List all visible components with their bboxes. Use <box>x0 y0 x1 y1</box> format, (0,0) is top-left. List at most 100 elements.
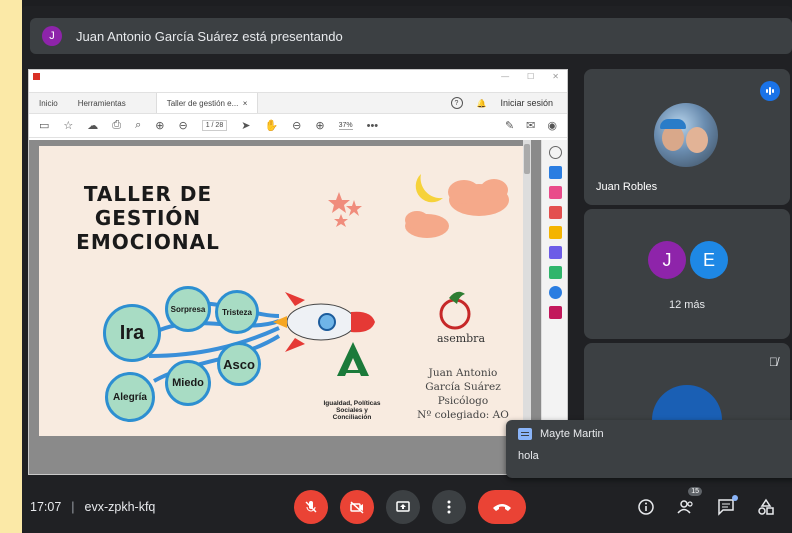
pdf-toolbar: ▭ ☆ ☁ ⎙ ⌕ ⊕ ⊖ 1 / 28 ➤ ✋ ⊖ ⊕ 37% ••• ✎ ✉… <box>29 114 567 138</box>
sign-icon[interactable]: ✎ <box>505 119 514 132</box>
tab-document[interactable]: Taller de gestión e... × <box>155 93 259 113</box>
emotion-alegria: Alegría <box>105 372 155 422</box>
call-controls <box>294 489 526 524</box>
protect-icon[interactable] <box>549 286 562 299</box>
hand-icon[interactable]: ✋ <box>264 119 278 132</box>
presenter-avatar: J <box>42 26 62 46</box>
chat-unread-dot <box>732 494 738 501</box>
credit-line: Nº colegiado: AO <box>417 409 509 421</box>
info-icon <box>638 498 654 515</box>
zoom-out-icon[interactable]: ⊖ <box>292 119 301 132</box>
people-icon <box>677 499 693 514</box>
shapes-icon <box>758 498 774 515</box>
bottom-controls-bar: 17:07 | evx-zpkh-kfq 15 <box>22 480 792 533</box>
pdf-menubar <box>29 82 567 92</box>
emotion-ira: Ira <box>103 304 161 362</box>
credit-line: Juan Antonio <box>428 367 498 379</box>
participant-tile-more[interactable]: J E 12 más <box>584 209 790 339</box>
participants-count-badge: 15 <box>688 486 702 496</box>
avatar-j: J <box>648 241 686 279</box>
clock: 17:07 <box>30 499 62 514</box>
presenting-banner: J Juan Antonio García Suárez está presen… <box>30 18 792 54</box>
camera-off-button[interactable] <box>340 489 374 524</box>
chat-message: hola <box>518 450 539 462</box>
tab-inicio[interactable]: Inicio <box>29 93 68 113</box>
junta-text: Igualdad, Políticas Sociales y Conciliac… <box>323 400 381 421</box>
pdf-icon <box>33 72 40 80</box>
participants-button[interactable]: 15 <box>676 486 702 517</box>
pdf-window-titlebar: — ☐ ✕ <box>29 70 567 82</box>
more-icon[interactable]: ••• <box>367 120 379 132</box>
scroll-thumb[interactable] <box>524 144 530 174</box>
export-pdf-icon[interactable] <box>549 206 562 219</box>
more-options-button[interactable] <box>432 489 466 524</box>
account-icon[interactable]: ◉ <box>547 119 557 132</box>
tab-herramientas[interactable]: Herramientas <box>68 93 136 113</box>
asembra-logo-text: asembra <box>437 332 486 345</box>
credit-line: Psicólogo <box>437 395 489 407</box>
chat-sender: Mayte Martin <box>540 428 604 440</box>
avatar-e: E <box>690 241 728 279</box>
pdf-scrollbar[interactable] <box>523 140 531 460</box>
edit-pdf-icon[interactable] <box>549 246 562 259</box>
emotion-tristeza: Tristeza <box>215 290 259 334</box>
shared-screen[interactable]: — ☐ ✕ Inicio Herramientas Taller de gestió… <box>28 69 568 475</box>
page-down-icon[interactable]: ⊖ <box>178 119 187 132</box>
star-icon[interactable]: ☆ <box>63 119 73 132</box>
create-pdf-icon[interactable] <box>549 166 562 179</box>
zoom-level[interactable]: 37% <box>338 122 353 130</box>
credit-line: García Suárez <box>425 381 501 393</box>
more-participants-label: 12 más <box>668 299 706 311</box>
zoom-tool-icon[interactable] <box>549 146 562 159</box>
rocket <box>273 292 375 352</box>
close-tab-icon[interactable]: × <box>243 99 248 108</box>
pdf-document-area: TALLER DE GESTIÓN EMOCIONAL Ira Sorpresa… <box>29 140 567 474</box>
mic-off-icon <box>305 500 317 513</box>
more-vert-icon <box>447 500 451 513</box>
meet-stage: J Juan Antonio García Suárez está presen… <box>22 6 792 533</box>
present-screen-button[interactable] <box>386 489 420 524</box>
slide-credits: Juan Antonio García Suárez Psicólogo Nº … <box>403 366 523 422</box>
activities-button[interactable] <box>756 497 776 517</box>
side-controls: 15 <box>636 486 776 517</box>
participant-name: Juan Robles <box>596 181 658 193</box>
camera-off-icon <box>350 500 364 514</box>
print-icon[interactable]: ⎙ <box>112 119 121 132</box>
cloud-upload-icon[interactable]: ☁ <box>87 119 98 132</box>
bell-icon[interactable]: 🔔 <box>477 99 487 108</box>
participant-photo <box>654 103 718 167</box>
sign-in-link[interactable]: Iniciar sesión <box>500 98 553 108</box>
page-up-icon[interactable]: ⊕ <box>155 119 164 132</box>
hang-up-icon <box>493 503 511 511</box>
page-indicator[interactable]: 1 / 28 <box>201 120 228 131</box>
pdf-tabbar: Inicio Herramientas Taller de gestión e.… <box>29 92 567 114</box>
comment-icon[interactable] <box>549 226 562 239</box>
organize-pages-icon[interactable] <box>549 186 562 199</box>
separator: | <box>71 499 75 514</box>
tab-document-label: Taller de gestión e... <box>166 98 239 108</box>
bookmark-icon[interactable]: ▭ <box>39 119 49 132</box>
asembra-logo-mark <box>439 291 471 330</box>
window-controls: — ☐ ✕ <box>501 71 559 81</box>
chat-icon <box>518 428 532 440</box>
compress-icon[interactable] <box>549 266 562 279</box>
participant-tile-juan-robles[interactable]: Juan Robles <box>584 69 790 205</box>
slide: TALLER DE GESTIÓN EMOCIONAL Ira Sorpresa… <box>39 146 527 436</box>
stars <box>328 192 362 227</box>
search-icon[interactable]: ⌕ <box>135 119 141 132</box>
chat-notification[interactable]: Mayte Martin hola <box>506 420 792 478</box>
help-icon[interactable]: ? <box>450 97 463 109</box>
mail-icon[interactable]: ✉ <box>526 119 535 132</box>
meeting-details-button[interactable] <box>636 497 656 517</box>
cursor-icon[interactable]: ➤ <box>241 119 250 132</box>
fill-sign-icon[interactable] <box>549 306 562 319</box>
zoom-in-icon[interactable]: ⊕ <box>315 119 324 132</box>
present-icon <box>396 500 410 512</box>
leave-call-button[interactable] <box>478 489 526 524</box>
microphone-off-button[interactable] <box>294 489 328 524</box>
presenting-text: Juan Antonio García Suárez está presenta… <box>76 28 343 44</box>
pdf-bottom-gap <box>29 460 567 474</box>
meeting-code: evx-zpkh-kfq <box>84 499 156 514</box>
chat-button[interactable] <box>716 494 738 517</box>
junta-logo-mark <box>337 342 369 376</box>
